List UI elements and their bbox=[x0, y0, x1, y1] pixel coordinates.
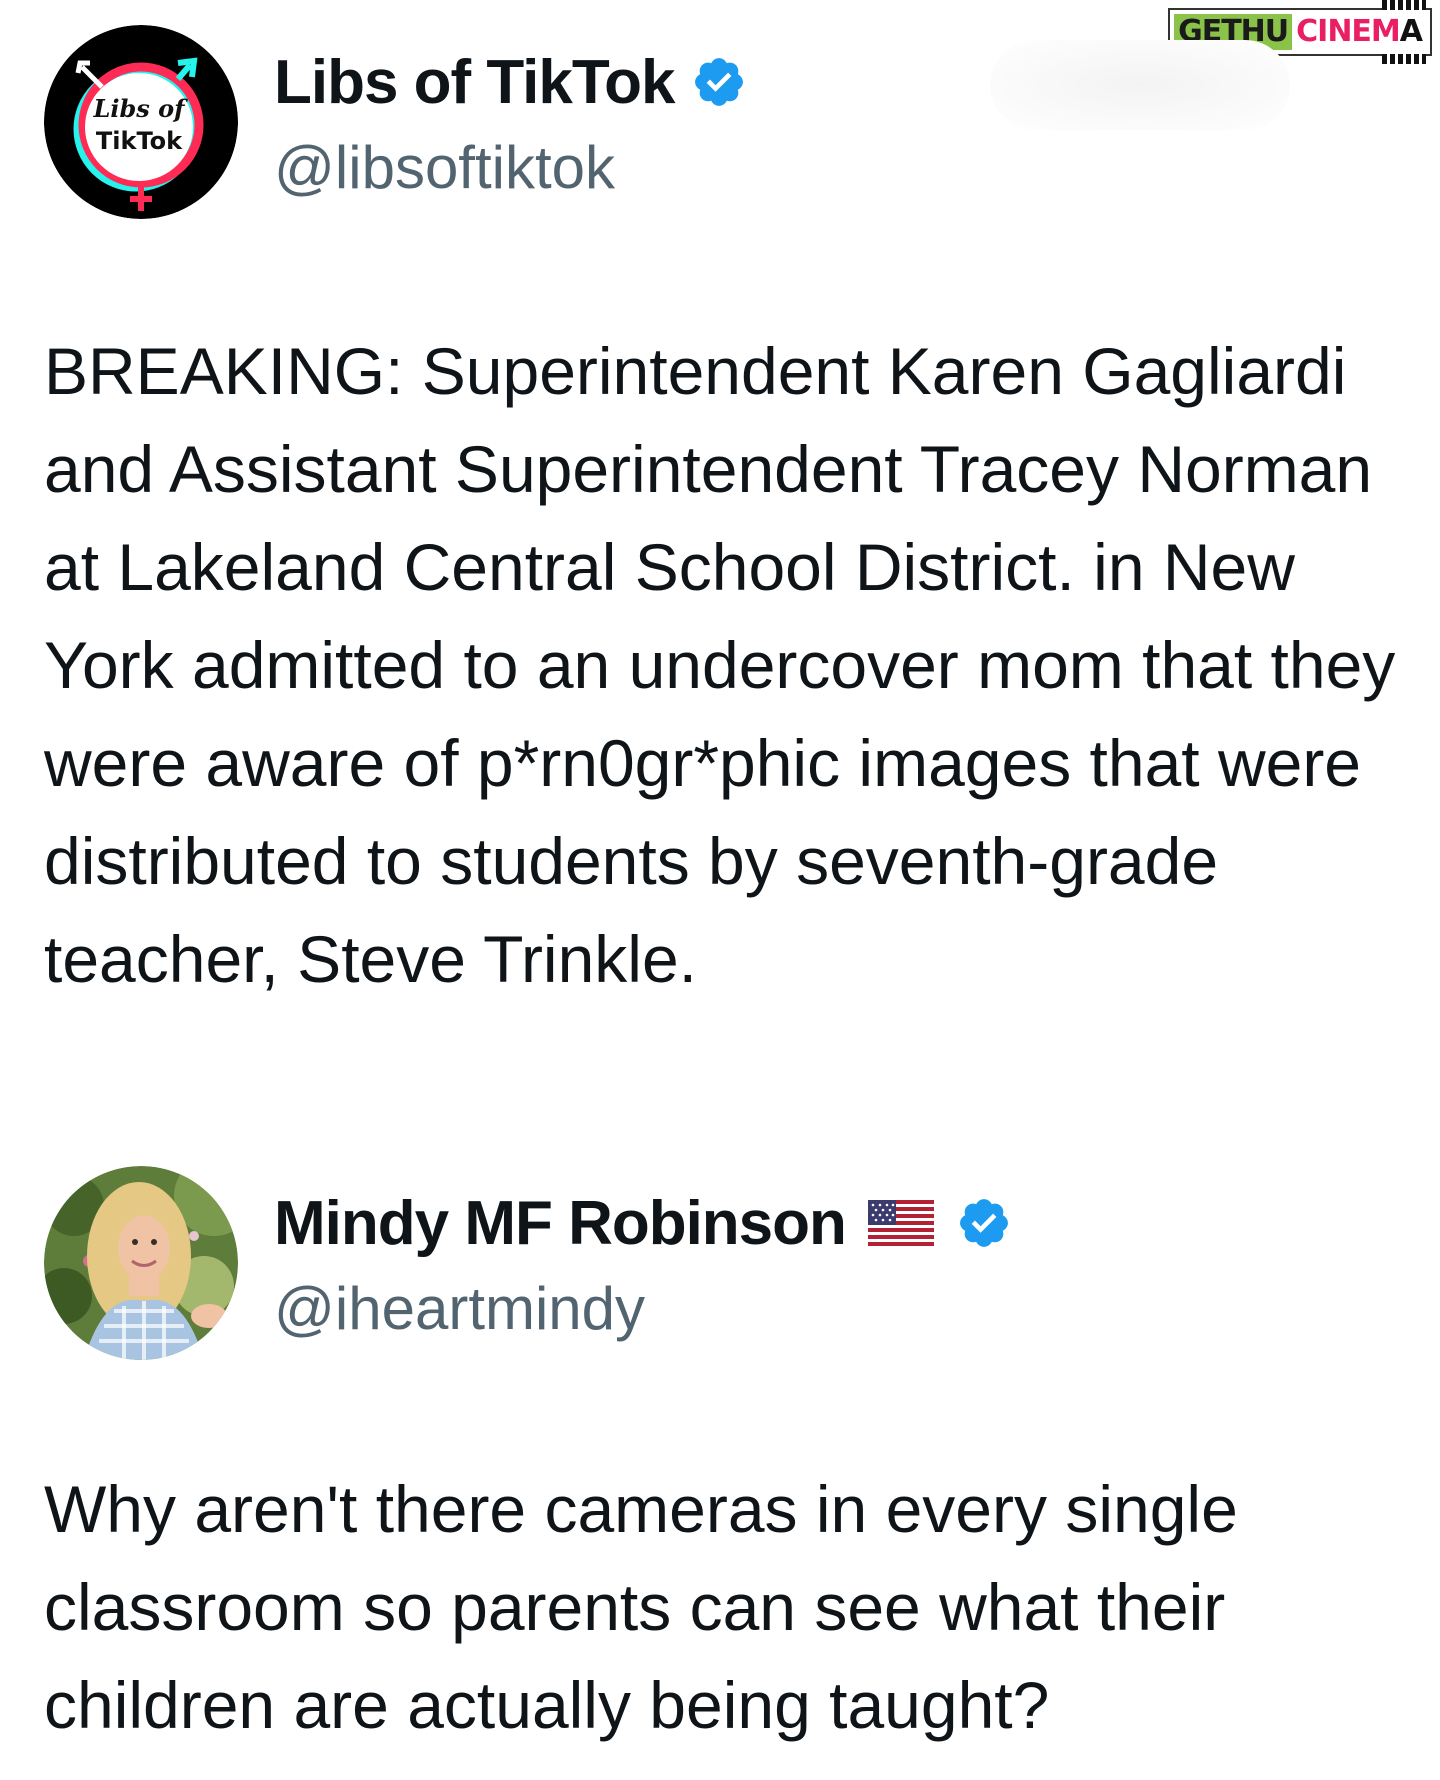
us-flag-icon bbox=[867, 1200, 934, 1246]
profile-photo-icon bbox=[44, 1166, 238, 1360]
handle[interactable]: @libsoftiktok bbox=[274, 133, 747, 202]
verified-badge-icon bbox=[960, 1199, 1008, 1247]
display-name-row: Libs of TikTok bbox=[274, 47, 747, 117]
film-strip-decoration-bottom bbox=[1382, 54, 1426, 64]
handle[interactable]: @iheartmindy bbox=[274, 1274, 1012, 1343]
watermark-right-main: CINEM bbox=[1296, 14, 1401, 49]
libs-of-tiktok-logo-icon: Libs of TikTok bbox=[44, 25, 238, 219]
watermark-right-last: A bbox=[1399, 14, 1423, 49]
blurred-follow-button bbox=[990, 40, 1290, 130]
tweet-header: Mindy MF Robinson @iheartmindy bbox=[44, 1166, 1012, 1360]
watermark-right-text: CINEMA bbox=[1292, 14, 1426, 50]
author-names: Libs of TikTok @libsoftiktok bbox=[274, 47, 747, 202]
verified-badge-icon bbox=[694, 58, 743, 106]
tweet-text: BREAKING: Superintendent Karen Gagliardi… bbox=[44, 334, 1396, 996]
avatar-text-line2: TikTok bbox=[96, 127, 183, 155]
avatar[interactable]: Libs of TikTok bbox=[44, 25, 238, 219]
avatar-text-line1: Libs of bbox=[93, 94, 189, 123]
display-name-row: Mindy MF Robinson bbox=[274, 1188, 1012, 1258]
tweet-text: Why aren't there cameras in every single… bbox=[44, 1472, 1238, 1742]
author-names: Mindy MF Robinson @iheartmindy bbox=[274, 1188, 1012, 1343]
display-name[interactable]: Libs of TikTok bbox=[274, 47, 676, 118]
avatar[interactable] bbox=[44, 1166, 238, 1360]
tweet-header: Libs of TikTok Libs of TikTok @libsoftik… bbox=[44, 25, 747, 219]
display-name[interactable]: Mindy MF Robinson bbox=[274, 1188, 847, 1259]
film-strip-decoration bbox=[1382, 0, 1426, 10]
